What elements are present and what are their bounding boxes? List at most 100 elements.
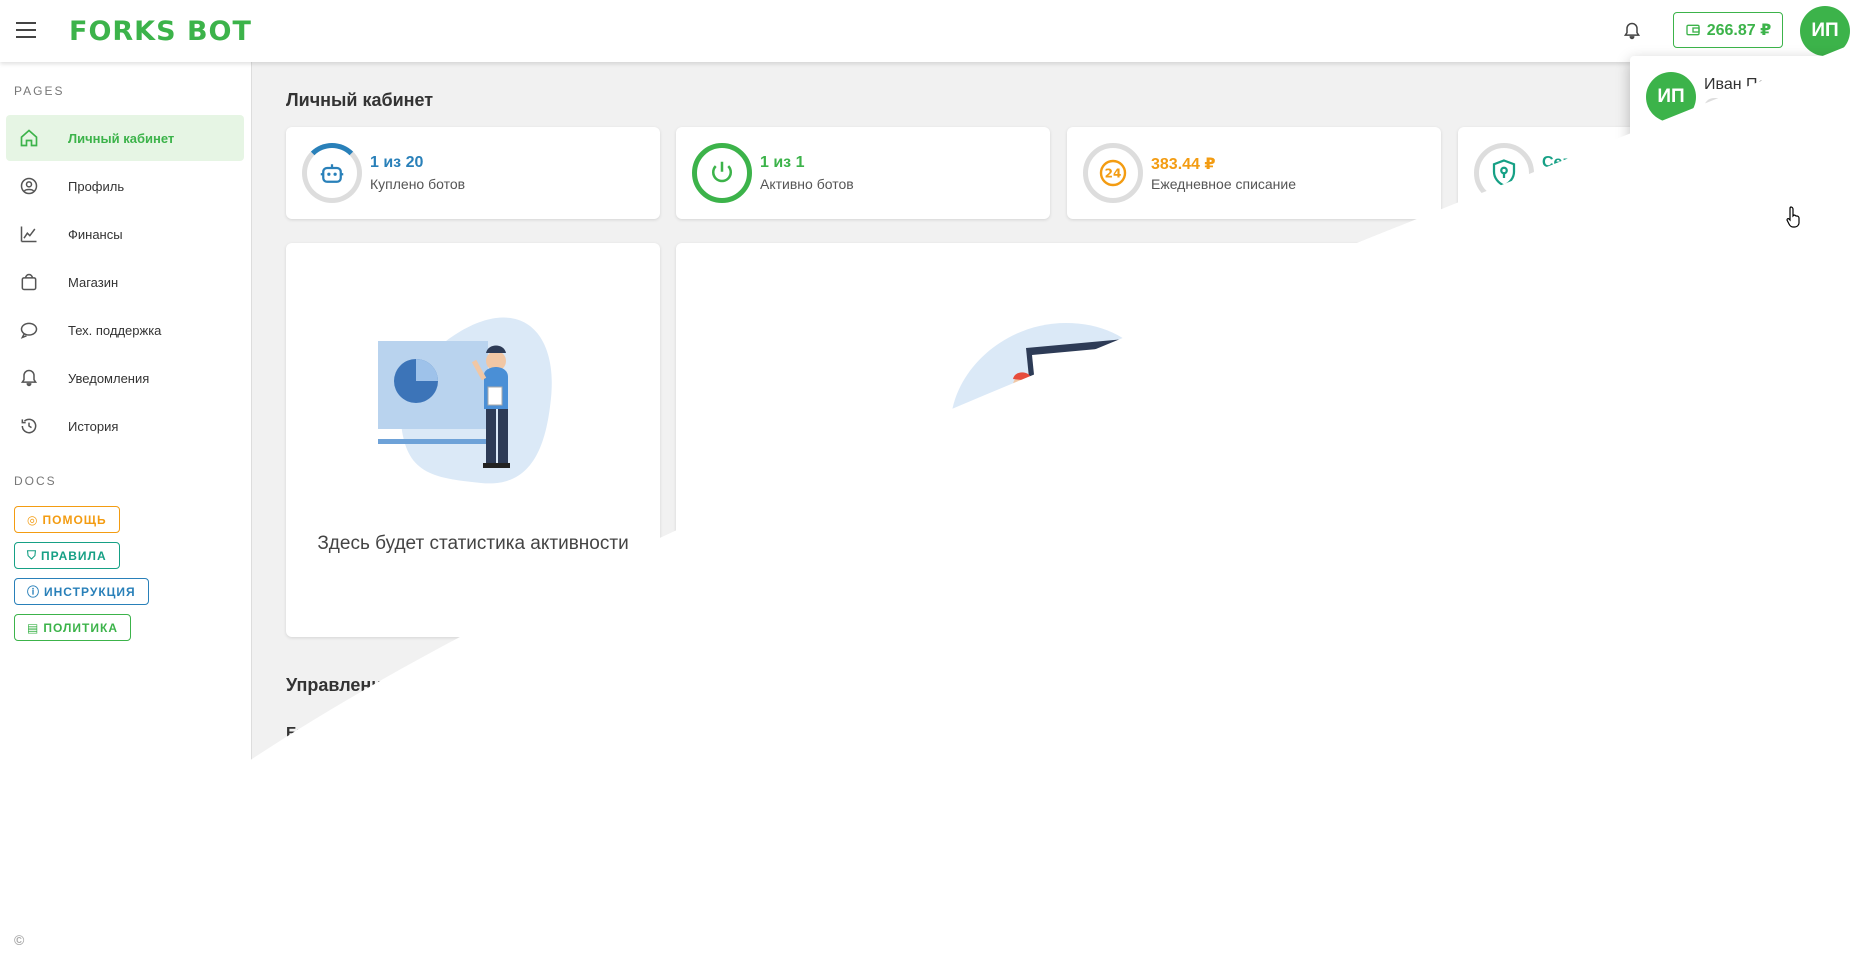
user-circle-icon <box>1648 158 1670 178</box>
check-icon <box>288 790 306 808</box>
check-icon <box>288 854 306 872</box>
logo[interactable]: FORKS BOT <box>69 16 252 47</box>
stat-value: 383.44 ₽ <box>1151 156 1216 173</box>
buy-button[interactable]: КУПИТЬ <box>504 667 628 704</box>
balance-button[interactable]: 266.87 ₽ <box>1673 12 1783 48</box>
management-title: Управление ботами (1) <box>286 675 490 695</box>
transaction-row[interactable]: Покупка ботов: 1шт 383.44 ₽ Сегодня, 19:… <box>1474 321 1816 371</box>
bookmaker-checkbox[interactable]: Olimp <box>288 755 360 779</box>
bookmaker-checkbox[interactable]: Parimatch Classic <box>288 883 446 907</box>
bell-icon <box>18 367 40 389</box>
top-bar: FORKS BOT 266.87 ₽ ИП <box>0 0 1862 62</box>
shop-icon <box>18 271 40 293</box>
income-caption: Здесь будет статистика дохода <box>921 533 1197 554</box>
income-illustration: $ <box>950 323 1158 509</box>
sidebar-item-label: Уведомления <box>68 370 150 386</box>
check-icon <box>288 918 306 936</box>
menu-icon[interactable] <box>16 22 36 38</box>
transaction-amount: 500.00 ₽ <box>1530 406 1595 423</box>
bookmaker-checkbox[interactable]: Fonbet <box>288 819 368 843</box>
sidebar-item-label: История <box>68 418 119 434</box>
sidebar-item-label: Личный кабинет <box>68 130 175 146</box>
charge-title: Списание не производится <box>780 746 997 763</box>
sidebar-item-shop[interactable]: Магазин <box>6 259 244 305</box>
bookmaker-checkbox[interactable]: Pinnacle <box>288 851 379 875</box>
theme-icon <box>1648 198 1670 218</box>
stat-card-active: 1 из 1 Активно ботов <box>676 127 1050 219</box>
refresh-icon[interactable] <box>911 809 931 829</box>
sidebar-item-history[interactable]: История <box>6 403 244 449</box>
lifebuoy-icon: ◎ <box>27 512 39 527</box>
sidebar-item-finance[interactable]: Финансы <box>6 211 244 257</box>
fork-mode[interactable]: вилочный режим <box>780 874 932 894</box>
instruction-button[interactable]: ⓘ ИНСТРУКЦИЯ <box>14 578 149 605</box>
wallet-plus-icon <box>1474 384 1514 424</box>
bookmakers-title: Букмекеры <box>286 725 376 742</box>
transactions-card: Последние транзакци... Покупка ботов: 1ш… <box>1458 243 1832 637</box>
bot-card[interactable]: № 72469 Заморожен Bot #1 До разморозки 4… <box>488 724 763 968</box>
info-icon: ⓘ <box>27 585 41 599</box>
pages-section-title: PAGES <box>14 84 65 98</box>
instruction-label: ИНСТРУКЦИЯ <box>44 584 136 599</box>
chat-icon <box>18 319 40 341</box>
rules-button[interactable]: ⛉ ПРАВИЛА <box>14 542 120 569</box>
robot-icon <box>302 143 362 203</box>
bot-detail-panel: Списание не производится 383.44 ₽ Связка… <box>763 724 1151 968</box>
link-label: Связка (2) <box>780 780 842 795</box>
shield-icon: ⛉ <box>27 548 38 562</box>
telegram-icon[interactable] <box>216 929 236 950</box>
balance-value: 266.87 ₽ <box>1706 22 1772 39</box>
history-icon <box>18 415 40 437</box>
bookmaker-label: Parimatch Classic <box>318 886 447 903</box>
stat-value: 1 из 20 <box>370 154 424 171</box>
income-card: $ Здесь будет статистика дохода <box>676 243 1442 637</box>
menu-user-name: Иван Петров <box>1704 76 1800 93</box>
power-icon <box>692 143 752 203</box>
document-icon: ▤ <box>27 620 40 635</box>
robot-icon <box>1474 321 1514 361</box>
list-view-icon[interactable] <box>1767 668 1831 704</box>
sidebar-item-label: Финансы <box>68 226 123 242</box>
menu-item-dark-theme[interactable]: Тёмная тема <box>1630 189 1852 227</box>
grid-view-icon[interactable] <box>1703 668 1767 704</box>
filters-toggle[interactable] <box>638 676 676 698</box>
bell-icon[interactable] <box>1622 20 1642 42</box>
help-button[interactable]: ◎ ПОМОЩЬ <box>14 506 120 533</box>
stat-card-daily: 24 383.44 ₽ Ежедневное списание <box>1067 127 1441 219</box>
menu-item-profile[interactable]: Профиль <box>1630 149 1852 187</box>
svg-text:$: $ <box>1106 379 1133 428</box>
sidebar-item-label: Профиль <box>68 178 125 194</box>
avatar[interactable]: ИП <box>1800 6 1850 56</box>
check-icon <box>288 886 306 904</box>
cart-icon <box>520 676 540 694</box>
logout-icon <box>1648 238 1670 258</box>
stat-label: Активно ботов <box>760 176 854 192</box>
unfreeze-value: 4 дн 0 ч <box>692 814 749 831</box>
transaction-row[interactable]: Пополнение баланс... 500.00 ₽ Сегодня, 1… <box>1474 384 1816 434</box>
clock-24-icon: 24 <box>1083 143 1143 203</box>
sidebar-item-profile[interactable]: Профиль <box>6 163 244 209</box>
bookmaker-checkbox[interactable]: Bet365 <box>288 787 369 811</box>
policy-button[interactable]: ▤ ПОЛИТИКА <box>14 614 131 641</box>
bookmaker-checkbox[interactable]: Sbobet <box>288 915 369 939</box>
transaction-time: Сегодня, 19:49 <box>1733 321 1816 335</box>
bookmaker-label: Olimp <box>318 758 360 775</box>
sidebar: PAGES Личный кабинет Профиль Финансы Маг… <box>0 62 252 968</box>
unfreeze-label: До разморозки <box>504 814 608 831</box>
sidebar-item-support[interactable]: Тех. поддержка <box>6 307 244 353</box>
hand-cursor-icon <box>1786 206 1800 228</box>
bot-name: Bot #1 <box>504 774 554 793</box>
menu-avatar: ИП <box>1646 72 1696 122</box>
menu-item-logout[interactable]: Выйти <box>1630 229 1852 267</box>
sidebar-item-dashboard[interactable]: Личный кабинет <box>6 115 244 161</box>
sidebar-item-notifications[interactable]: Уведомления <box>6 355 244 401</box>
stat-value: 1 из 1 <box>760 154 805 171</box>
check-icon <box>288 758 306 776</box>
activity-caption: Здесь будет статистика активности <box>317 533 629 554</box>
vk-icon[interactable] <box>188 931 208 950</box>
view-toggle[interactable] <box>1703 668 1831 704</box>
bookmaker-label: Pinnacle <box>318 854 380 871</box>
user-icon <box>1708 102 1720 114</box>
bookmaker-label: Bet365 <box>318 790 369 807</box>
filters-label: Фильтры <box>681 676 743 693</box>
